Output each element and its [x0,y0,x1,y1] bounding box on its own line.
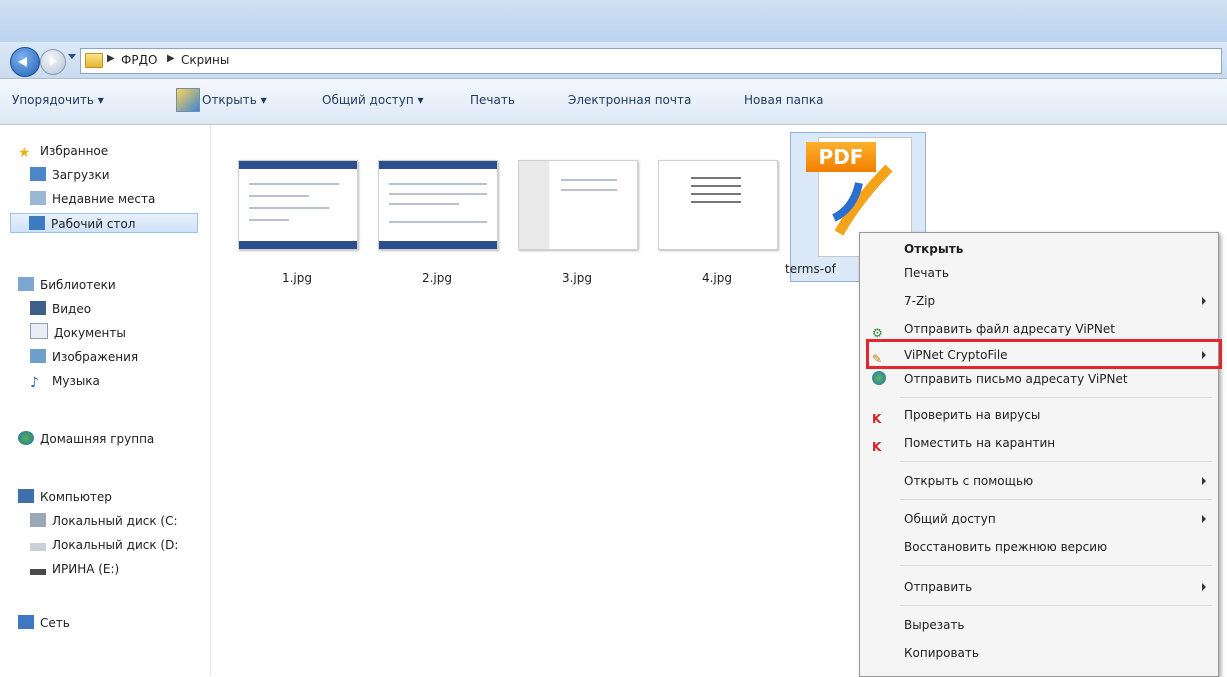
command-bar: Упорядочить ▾ Открыть ▾ Общий доступ ▾ П… [0,79,1227,125]
homegroup-icon [18,431,34,445]
nav-recent-places[interactable]: Недавние места [30,189,155,209]
menu-item-cut[interactable]: Вырезать [860,613,1216,637]
recent-pages-dropdown-icon[interactable] [68,54,76,59]
new-folder-button[interactable]: Новая папка [744,93,823,107]
window-titlebar [0,0,1227,42]
documents-icon [30,323,48,339]
nav-computer[interactable]: Компьютер [18,487,112,507]
file-name[interactable]: 1.jpg [237,271,357,285]
forward-button[interactable] [40,49,66,75]
nav-documents[interactable]: Документы [30,323,126,343]
menu-item-scan-virus[interactable]: K Проверить на вирусы [860,403,1216,427]
open-app-icon [176,88,200,112]
menu-separator [900,461,1212,462]
file-thumbnail[interactable] [658,160,778,250]
file-thumbnail[interactable] [378,160,498,250]
context-menu: Открыть Печать 7-Zip ⚙ Отправить файл адр… [859,232,1219,677]
submenu-arrow-icon [1202,583,1206,591]
desktop-icon [29,216,45,230]
images-icon [30,349,46,363]
breadcrumb-frdo[interactable]: ФРДО [121,53,157,67]
nav-disk-e[interactable]: ИРИНА (E:) [30,559,119,579]
nav-homegroup[interactable]: Домашняя группа [18,429,154,449]
menu-item-copy[interactable]: Копировать [860,641,1216,665]
submenu-arrow-icon [1202,297,1206,305]
nav-downloads[interactable]: Загрузки [30,165,110,185]
nav-music[interactable]: ♪ Музыка [30,371,100,391]
navigation-pane: ★ Избранное Загрузки Недавние места Рабоч… [0,125,211,675]
disk-icon [30,543,46,551]
nav-video[interactable]: Видео [30,299,91,319]
nav-favorites[interactable]: ★ Избранное [18,141,108,161]
video-icon [30,301,46,315]
nav-libraries[interactable]: Библиотеки [18,275,116,295]
organize-button[interactable]: Упорядочить ▾ [12,93,104,107]
breadcrumb-separator-icon[interactable]: ▶ [107,53,115,64]
music-icon: ♪ [30,375,39,391]
email-button[interactable]: Электронная почта [568,93,691,107]
highlight-box [866,339,1222,369]
nav-disk-c[interactable]: Локальный диск (C: [30,511,178,531]
nav-network[interactable]: Сеть [18,613,70,633]
menu-item-open[interactable]: Открыть [860,237,1216,261]
nav-images[interactable]: Изображения [30,347,138,367]
file-name[interactable]: 2.jpg [377,271,497,285]
libraries-icon [18,277,34,291]
menu-separator [900,499,1212,500]
kaspersky-icon: K [872,412,882,426]
menu-item-7zip[interactable]: 7-Zip [860,289,1216,313]
address-bar[interactable]: ▶ ФРДО ▶ Скрины [80,48,1222,74]
computer-icon [18,489,34,503]
kaspersky-icon: K [872,440,882,454]
vipnet-mail-icon [872,371,886,385]
menu-item-print[interactable]: Печать [860,261,1216,285]
back-button[interactable] [10,47,40,77]
submenu-arrow-icon [1202,477,1206,485]
submenu-arrow-icon [1202,515,1206,523]
file-name[interactable]: 3.jpg [517,271,637,285]
breadcrumb-screens[interactable]: Скрины [181,53,229,67]
file-name[interactable]: 4.jpg [657,271,777,285]
pdf-badge: PDF [806,142,876,172]
menu-item-share[interactable]: Общий доступ [860,507,1216,531]
address-row: ▶ ФРДО ▶ Скрины [0,42,1227,79]
print-button[interactable]: Печать [470,93,515,107]
system-disk-icon [30,513,46,527]
share-button[interactable]: Общий доступ ▾ [322,93,424,107]
menu-separator [900,565,1212,566]
breadcrumb-separator-icon[interactable]: ▶ [167,53,175,64]
file-name[interactable]: terms-of [785,262,865,276]
menu-item-restore-version[interactable]: Восстановить прежнюю версию [860,535,1216,559]
nav-desktop[interactable]: Рабочий стол [10,213,198,233]
nav-disk-d[interactable]: Локальный диск (D: [30,535,178,555]
menu-item-open-with[interactable]: Открыть с помощью [860,469,1216,493]
folder-icon [85,53,103,68]
star-icon: ★ [18,145,31,161]
menu-item-quarantine[interactable]: K Поместить на карантин [860,431,1216,455]
menu-item-send-to[interactable]: Отправить [860,575,1216,599]
network-icon [18,615,34,629]
file-thumbnail[interactable] [518,160,638,250]
file-thumbnail[interactable] [238,160,358,250]
usb-drive-icon [30,569,46,575]
downloads-folder-icon [30,167,46,181]
menu-separator [900,397,1212,398]
vipnet-file-icon: ⚙ [872,326,883,340]
menu-item-send-file-vipnet[interactable]: ⚙ Отправить файл адресату ViPNet [860,317,1216,341]
open-button[interactable]: Открыть ▾ [202,93,267,107]
menu-separator [900,605,1212,606]
menu-item-send-letter-vipnet[interactable]: Отправить письмо адресату ViPNet [860,367,1216,391]
recent-places-icon [30,191,46,205]
